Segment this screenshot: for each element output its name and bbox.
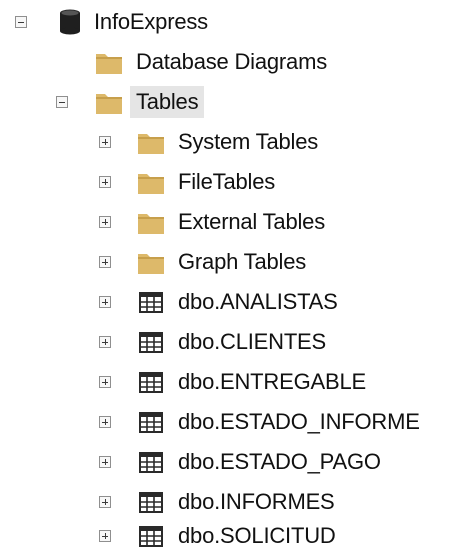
- expand-icon[interactable]: [99, 336, 111, 348]
- collapse-icon[interactable]: [15, 16, 27, 28]
- tree-node-label: dbo.ESTADO_PAGO: [178, 449, 381, 474]
- tree-node-label: dbo.INFORMES: [178, 489, 335, 514]
- tree-node-label: dbo.SOLICITUD: [178, 523, 336, 548]
- tree-node-graph-tables[interactable]: Graph Tables: [0, 242, 455, 282]
- folder-icon: [138, 174, 164, 194]
- table-icon: [139, 412, 163, 433]
- collapse-icon[interactable]: [56, 96, 68, 108]
- expand-icon[interactable]: [99, 136, 111, 148]
- object-explorer-tree: InfoExpress Database Diagrams Tables Sys…: [0, 0, 455, 556]
- table-icon: [139, 372, 163, 393]
- database-icon: [60, 9, 80, 35]
- expand-icon[interactable]: [99, 376, 111, 388]
- table-icon: [139, 452, 163, 473]
- folder-icon: [138, 254, 164, 274]
- folder-icon: [138, 214, 164, 234]
- table-icon: [139, 292, 163, 313]
- tree-node-table-estado-pago[interactable]: dbo.ESTADO_PAGO: [0, 442, 455, 482]
- expand-icon[interactable]: [99, 496, 111, 508]
- tree-node-table-analistas[interactable]: dbo.ANALISTAS: [0, 282, 455, 322]
- tree-node-label: dbo.CLIENTES: [178, 329, 327, 354]
- tree-node-label: InfoExpress: [94, 9, 208, 34]
- tree-node-external-tables[interactable]: External Tables: [0, 202, 455, 242]
- tree-node-infoexpress[interactable]: InfoExpress: [0, 2, 455, 42]
- tree-node-label: FileTables: [178, 169, 276, 194]
- tree-node-label: Graph Tables: [178, 249, 307, 274]
- tree-node-label: dbo.ESTADO_INFORME: [178, 409, 420, 434]
- expand-icon[interactable]: [99, 530, 111, 542]
- expand-icon[interactable]: [99, 416, 111, 428]
- expand-icon[interactable]: [99, 256, 111, 268]
- table-icon: [139, 492, 163, 513]
- expand-icon[interactable]: [99, 296, 111, 308]
- tree-node-table-clientes[interactable]: dbo.CLIENTES: [0, 322, 455, 362]
- folder-icon: [96, 54, 122, 74]
- tree-node-label: Database Diagrams: [136, 49, 328, 74]
- tree-node-database-diagrams[interactable]: Database Diagrams: [0, 42, 455, 82]
- expand-icon[interactable]: [99, 216, 111, 228]
- tree-node-table-entregable[interactable]: dbo.ENTREGABLE: [0, 362, 455, 402]
- folder-icon: [138, 134, 164, 154]
- tree-node-system-tables[interactable]: System Tables: [0, 122, 455, 162]
- tree-node-tables[interactable]: Tables: [0, 82, 455, 122]
- tree-node-table-estado-informe[interactable]: dbo.ESTADO_INFORME: [0, 402, 455, 442]
- tree-node-filetables[interactable]: FileTables: [0, 162, 455, 202]
- tree-node-table-solicitud[interactable]: dbo.SOLICITUD: [0, 516, 455, 556]
- table-icon: [139, 526, 163, 547]
- folder-icon: [96, 94, 122, 114]
- expand-icon[interactable]: [99, 456, 111, 468]
- table-icon: [139, 332, 163, 353]
- tree-node-label: System Tables: [178, 129, 319, 154]
- expand-icon[interactable]: [99, 176, 111, 188]
- tree-node-label: External Tables: [178, 209, 326, 234]
- tree-node-label: dbo.ENTREGABLE: [178, 369, 366, 394]
- tree-node-label: dbo.ANALISTAS: [178, 289, 338, 314]
- tree-node-label: Tables: [130, 86, 205, 118]
